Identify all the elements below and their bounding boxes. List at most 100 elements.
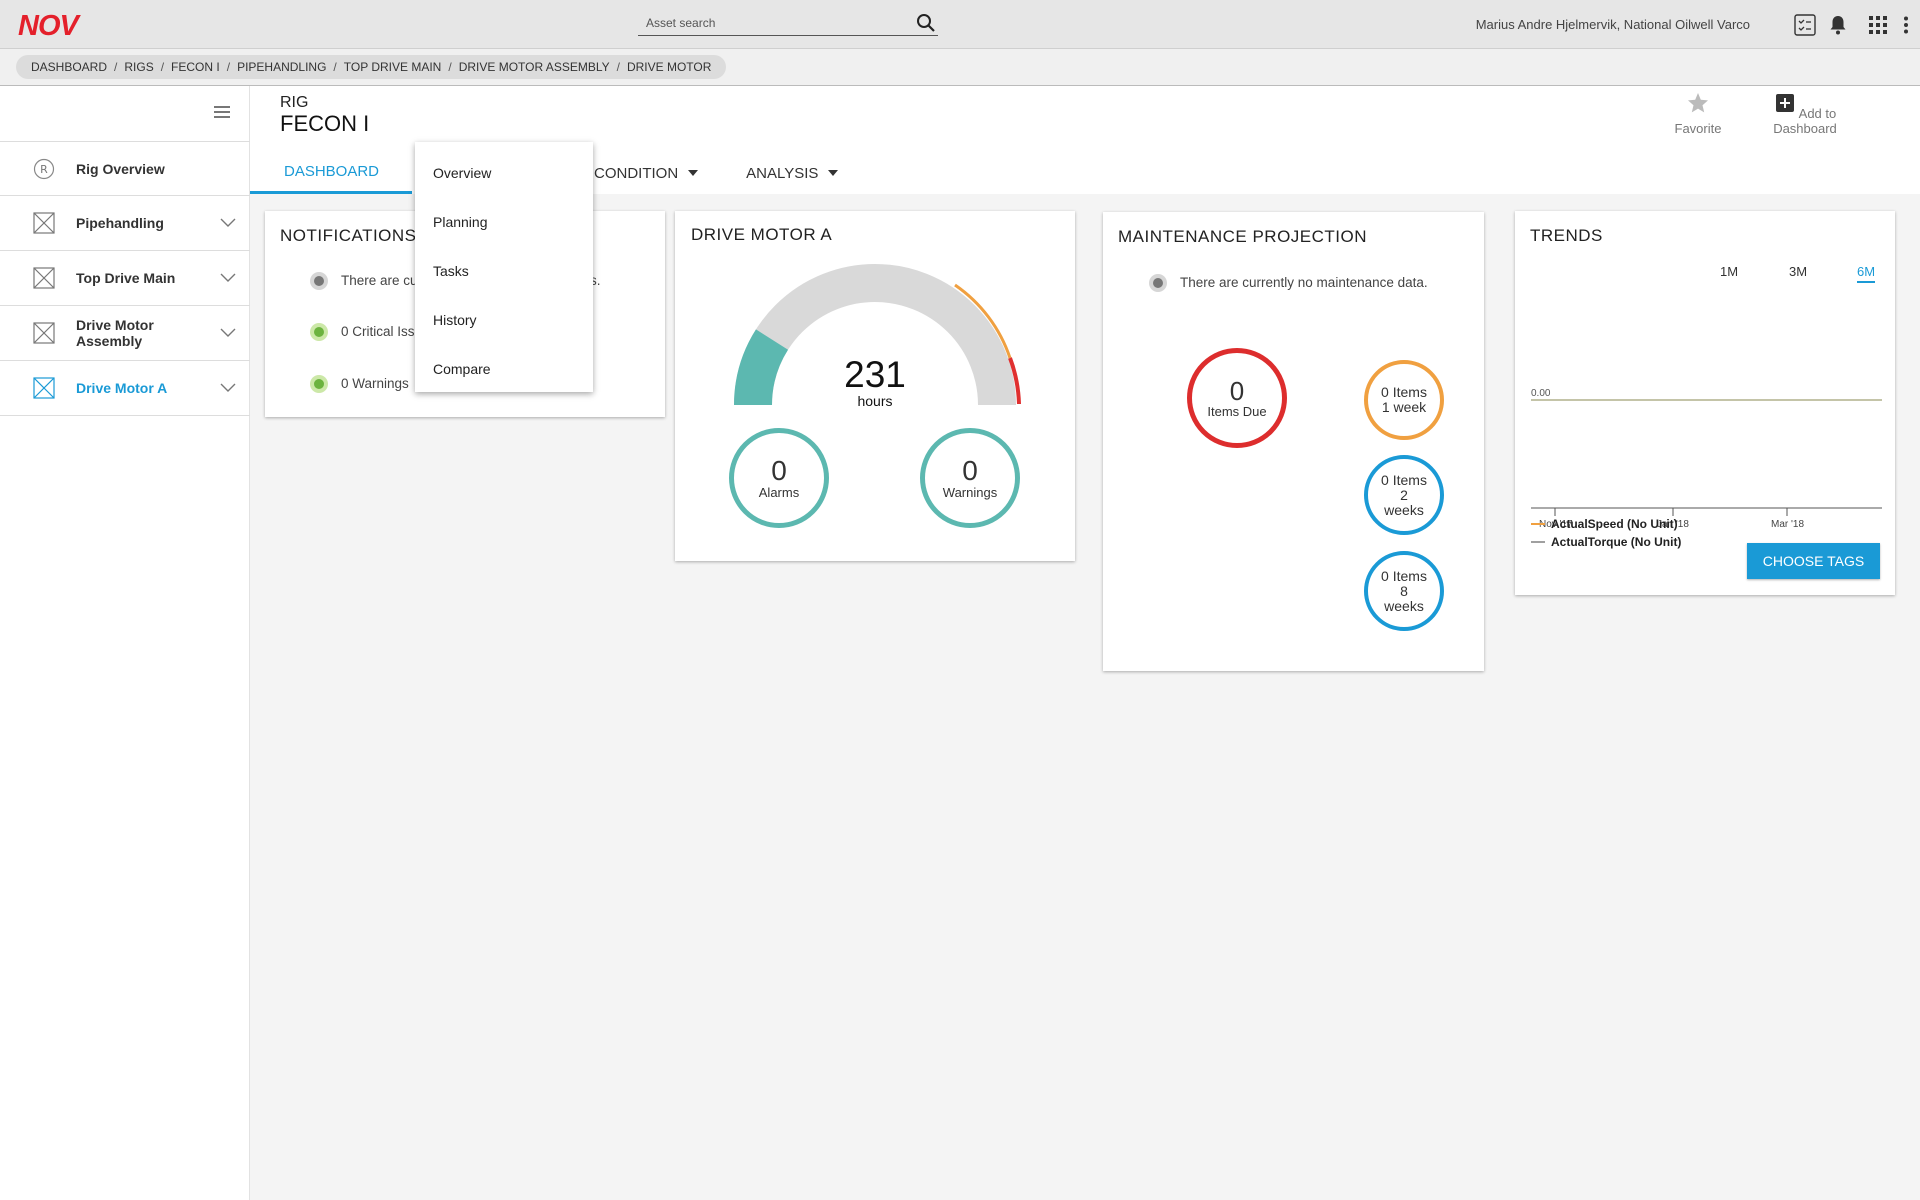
menu-item-tasks[interactable]: Tasks bbox=[433, 263, 469, 279]
maintenance-title: MAINTENANCE PROJECTION bbox=[1118, 227, 1368, 246]
sidebar: R Rig Overview Pipehandling Top Drive Ma… bbox=[0, 86, 250, 1200]
asset-search[interactable] bbox=[638, 12, 938, 36]
chevron-down-icon[interactable] bbox=[220, 273, 236, 283]
range-3m-button[interactable]: 3M bbox=[1789, 264, 1807, 279]
breadcrumb-separator: / bbox=[333, 60, 337, 74]
crossed-box-icon bbox=[33, 377, 55, 399]
star-icon bbox=[1688, 93, 1708, 113]
crossed-box-icon bbox=[33, 212, 55, 234]
range-6m-button[interactable]: 6M bbox=[1857, 264, 1876, 283]
breadcrumb-pipehandling[interactable]: PIPEHANDLING bbox=[237, 60, 326, 74]
svg-text:R: R bbox=[40, 163, 48, 176]
items-due-label: Items Due bbox=[1207, 403, 1267, 419]
breadcrumb-separator: / bbox=[160, 60, 165, 74]
alarms-label: Alarms bbox=[758, 484, 800, 500]
items-period-number: 2 bbox=[1400, 486, 1408, 503]
tab-dashboard[interactable]: DASHBOARD bbox=[250, 152, 412, 194]
menu-item-planning[interactable]: Planning bbox=[433, 214, 488, 230]
maintenance-empty-text: There are currently no maintenance data. bbox=[1180, 275, 1428, 290]
breadcrumb: DASHBOARD / RIGS / FECON I / PIPEHANDLING / … bbox=[16, 55, 727, 79]
warnings-ring[interactable]: 0 Warnings bbox=[920, 428, 1020, 528]
chevron-down-icon[interactable] bbox=[220, 218, 236, 228]
sidebar-item-label: Top Drive Main bbox=[76, 270, 176, 286]
breadcrumb-dashboard[interactable]: DASHBOARD bbox=[31, 60, 107, 74]
status-dot-grey bbox=[310, 272, 328, 290]
nov-logo[interactable]: NOV bbox=[18, 10, 79, 43]
chevron-down-icon[interactable] bbox=[220, 328, 236, 338]
add-to-dashboard-button[interactable]: Add to Dashboard bbox=[1750, 92, 1860, 136]
breadcrumb-drive-motor[interactable]: DRIVE MOTOR bbox=[627, 60, 711, 74]
breadcrumb-top-drive-main[interactable]: TOP DRIVE MAIN bbox=[344, 60, 442, 74]
items-1-week-ring[interactable]: 0 Items 1 week bbox=[1364, 360, 1444, 440]
tab-condition[interactable]: CONDITION bbox=[572, 152, 720, 194]
items-count: 0 Items bbox=[1381, 471, 1427, 488]
items-period: 1 week bbox=[1381, 399, 1427, 415]
crossed-box-icon bbox=[33, 322, 55, 344]
more-vertical-icon[interactable] bbox=[1894, 13, 1918, 37]
notifications-title: NOTIFICATIONS bbox=[280, 226, 417, 245]
rig-label: RIG bbox=[280, 94, 309, 111]
sidebar-item-rig-overview[interactable]: R Rig Overview bbox=[0, 141, 250, 196]
alarms-ring[interactable]: 0 Alarms bbox=[729, 428, 829, 528]
breadcrumb-fecon[interactable]: FECON I bbox=[171, 60, 220, 74]
critical-issues-count: 0 Critical Iss bbox=[341, 324, 415, 339]
user-name[interactable]: Marius Andre Hjelmervik, National Oilwel… bbox=[1476, 17, 1750, 32]
crossed-box-icon bbox=[33, 267, 55, 289]
sidebar-item-label: Rig Overview bbox=[76, 160, 165, 177]
hamburger-menu-icon[interactable] bbox=[212, 104, 232, 120]
sidebar-item-label: Drive Motor A bbox=[76, 380, 168, 396]
r-circle-icon: R bbox=[33, 158, 55, 179]
breadcrumb-bar: DASHBOARD / RIGS / FECON I / PIPEHANDLING / … bbox=[0, 49, 1920, 86]
caret-down-icon bbox=[688, 170, 699, 176]
caret-down-icon bbox=[828, 170, 839, 176]
search-icon[interactable] bbox=[916, 13, 936, 33]
sidebar-item-label: Drive Motor Assembly bbox=[76, 317, 154, 349]
items-period-unit: weeks bbox=[1384, 597, 1424, 614]
favorite-button[interactable]: Favorite bbox=[1663, 92, 1733, 136]
breadcrumb-separator: / bbox=[616, 60, 620, 74]
tab-analysis[interactable]: ANALYSIS bbox=[724, 152, 860, 194]
items-count: 0 Items bbox=[1381, 567, 1427, 584]
trend-chart: 0.00 Nov '17 Jan '18 Mar '18 ActualSpeed (… bbox=[1531, 388, 1882, 549]
items-count: 0 Items bbox=[1381, 384, 1427, 400]
status-dot-grey bbox=[1149, 274, 1167, 292]
add-box-icon bbox=[1775, 94, 1794, 112]
checklist-icon[interactable] bbox=[1793, 13, 1817, 37]
menu-item-compare[interactable]: Compare bbox=[433, 361, 491, 377]
trends-title: TRENDS bbox=[1530, 226, 1603, 245]
hours-value: 231 bbox=[844, 354, 906, 395]
menu-item-history[interactable]: History bbox=[433, 312, 477, 328]
status-dot-green bbox=[310, 375, 328, 393]
sidebar-item-pipehandling[interactable]: Pipehandling bbox=[0, 196, 250, 251]
choose-tags-button[interactable]: CHOOSE TAGS bbox=[1747, 543, 1880, 579]
bell-icon[interactable] bbox=[1826, 13, 1850, 37]
items-8-weeks-ring[interactable]: 0 Items 8 weeks bbox=[1364, 551, 1444, 631]
breadcrumb-separator: / bbox=[226, 60, 231, 74]
dashboard-dropdown-menu: Overview Planning Tasks History Compare bbox=[415, 142, 593, 392]
hours-unit: hours bbox=[857, 393, 893, 409]
favorite-label: Favorite bbox=[1674, 121, 1722, 136]
breadcrumb-rigs[interactable]: RIGS bbox=[124, 60, 153, 74]
items-2-weeks-ring[interactable]: 0 Items 2 weeks bbox=[1364, 455, 1444, 535]
sidebar-item-top-drive-main[interactable]: Top Drive Main bbox=[0, 251, 250, 306]
items-period-number: 8 bbox=[1400, 582, 1408, 599]
apps-grid-icon[interactable] bbox=[1866, 13, 1890, 37]
x-tick-label: Mar '18 bbox=[1771, 519, 1804, 530]
range-1m-button[interactable]: 1M bbox=[1720, 264, 1738, 279]
items-due-ring[interactable]: 0 Items Due bbox=[1187, 348, 1287, 448]
tab-label: CONDITION bbox=[594, 164, 679, 182]
breadcrumb-separator: / bbox=[114, 60, 118, 74]
menu-item-overview[interactable]: Overview bbox=[433, 165, 491, 181]
top-bar: NOV Marius Andre Hjelmervik, National Oi… bbox=[0, 0, 1920, 49]
y-tick-label: 0.00 bbox=[1531, 388, 1551, 399]
sidebar-item-drive-motor-assembly[interactable]: Drive Motor Assembly bbox=[0, 306, 250, 361]
maintenance-projection-card: MAINTENANCE PROJECTION There are current… bbox=[1103, 212, 1484, 671]
chevron-down-icon[interactable] bbox=[220, 383, 236, 393]
alarms-value: 0 bbox=[771, 454, 787, 486]
tab-label: ANALYSIS bbox=[746, 164, 819, 182]
breadcrumb-drive-motor-assembly[interactable]: DRIVE MOTOR ASSEMBLY bbox=[459, 60, 610, 74]
asset-search-input[interactable] bbox=[638, 12, 898, 34]
legend-label: ActualSpeed (No Unit) bbox=[1551, 517, 1678, 531]
notifications-empty-text: There are cu bbox=[341, 273, 418, 288]
sidebar-item-drive-motor-a[interactable]: Drive Motor A bbox=[0, 361, 250, 416]
